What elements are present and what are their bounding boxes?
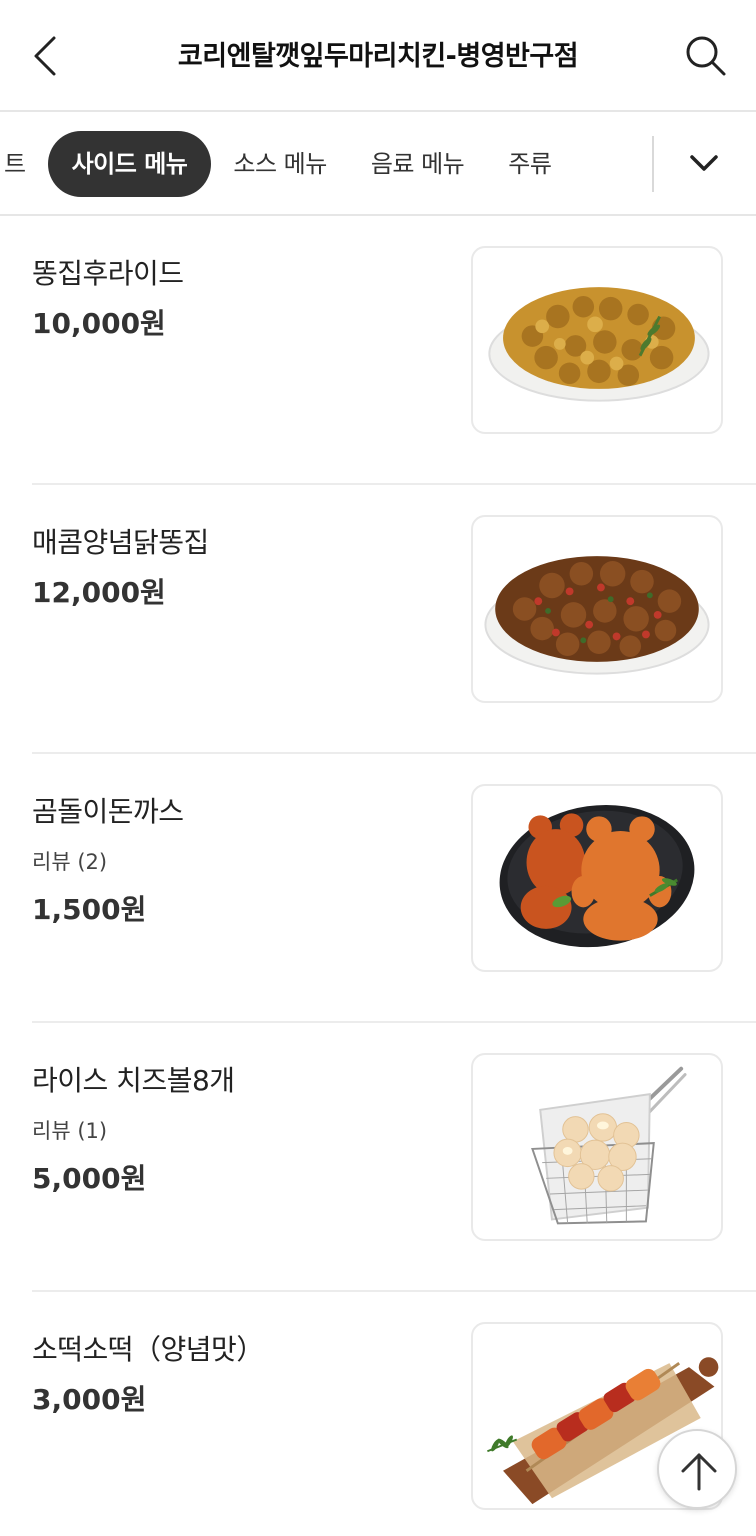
fried-gizzard-image: [488, 287, 710, 402]
tabs-divider: [652, 136, 654, 192]
chevron-down-icon: [690, 155, 718, 171]
menu-item-image[interactable]: [471, 784, 723, 972]
menu-item[interactable]: 곰돌이돈까스 리뷰 (2) 1,500원: [32, 754, 756, 1023]
menu-item-name: 소떡소떡（양념맛）: [32, 1333, 264, 1366]
menu-item-price: 1,500원: [32, 893, 147, 926]
menu-item-name: 똥집후라이드: [32, 257, 184, 290]
tab-set-menu[interactable]: 트: [0, 131, 48, 197]
menu-item-price: 10,000원: [32, 307, 166, 340]
category-tabs: 트 사이드 메뉴 소스 메뉴 음료 메뉴 주류: [0, 112, 756, 216]
tab-strip: 트 사이드 메뉴 소스 메뉴 음료 메뉴 주류: [0, 129, 573, 199]
tab-side-menu[interactable]: 사이드 메뉴: [47, 131, 212, 197]
scroll-to-top-button[interactable]: [657, 1429, 737, 1509]
menu-item-name: 매콤양념닭똥집: [32, 526, 209, 559]
menu-item-price: 3,000원: [32, 1383, 147, 1416]
search-button[interactable]: [682, 30, 730, 82]
menu-item[interactable]: 매콤양념닭똥집 12,000원: [32, 485, 756, 754]
bear-cutlet-image: [499, 804, 695, 948]
expand-tabs-button[interactable]: [682, 142, 726, 186]
menu-item[interactable]: 라이스 치즈볼8개 리뷰 (1) 5,000원: [32, 1023, 756, 1292]
menu-item-image[interactable]: [471, 1053, 723, 1241]
arrow-up-icon: [681, 1453, 717, 1491]
menu-item-price: 5,000원: [32, 1162, 147, 1195]
store-title: 코리엔탈깻잎두마리치킨-병영반구점: [177, 41, 579, 72]
menu-item-name: 곰돌이돈까스: [32, 795, 184, 828]
menu-item-review[interactable]: 리뷰 (1): [32, 1115, 107, 1145]
tab-drink-menu[interactable]: 음료 메뉴: [349, 131, 486, 197]
menu-item[interactable]: 소떡소떡（양념맛） 3,000원: [32, 1292, 756, 1536]
menu-item[interactable]: 똥집후라이드 10,000원: [32, 216, 756, 485]
tab-sauce-menu[interactable]: 소스 메뉴: [211, 131, 348, 197]
chevron-left-icon: [34, 36, 56, 76]
tab-alcohol[interactable]: 주류: [486, 131, 573, 197]
menu-item-price: 12,000원: [32, 576, 166, 609]
cheese-balls-image: [531, 1066, 687, 1225]
back-button[interactable]: [26, 32, 70, 80]
menu-item-image[interactable]: [471, 515, 723, 703]
app-header: 코리엔탈깻잎두마리치킨-병영반구점: [0, 0, 756, 112]
menu-list: 똥집후라이드 10,000원 매콤양념닭똥집 12,000원 곰돌이돈까스 리뷰…: [0, 216, 756, 1536]
menu-item-image[interactable]: [471, 246, 723, 434]
tabs-expand-area: [652, 112, 756, 214]
search-icon: [686, 36, 726, 76]
menu-item-name: 라이스 치즈볼8개: [32, 1064, 235, 1097]
spicy-gizzard-image: [484, 556, 710, 675]
menu-item-review[interactable]: 리뷰 (2): [32, 846, 107, 876]
